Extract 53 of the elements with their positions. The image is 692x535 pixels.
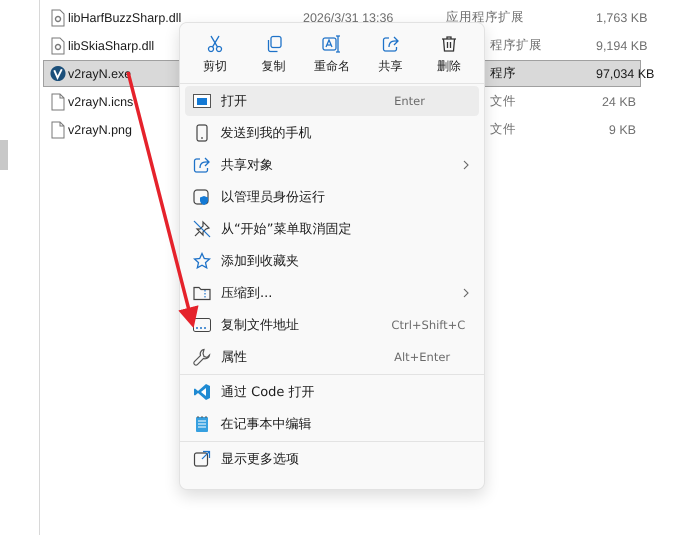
menu-item[interactable]: 显示更多选项 (185, 444, 479, 474)
toolbar-button[interactable]: 重命名 (303, 31, 361, 75)
shield-window-icon (193, 188, 211, 206)
toolbar-button[interactable]: 共享 (362, 31, 420, 75)
file-type: 程序扩展 (490, 38, 542, 52)
file-gear-icon (51, 8, 65, 26)
toolbar-button[interactable]: 删除 (420, 31, 478, 75)
file-gear-icon (51, 36, 65, 54)
trash-icon (440, 35, 458, 53)
wrench-icon (193, 348, 211, 366)
unpin-icon (193, 220, 211, 238)
menu-item[interactable]: 压缩到... (185, 278, 479, 308)
file-icon (51, 92, 65, 110)
code-editor-icon (193, 383, 211, 401)
menu-item[interactable]: 添加到收藏夹 (185, 246, 479, 276)
menu-item[interactable]: 属性 Alt+Enter (185, 342, 479, 372)
menu-item[interactable]: 共享对象 (185, 150, 479, 180)
file-size: 97,034 KB (596, 66, 654, 80)
scrollbar-thumb[interactable] (0, 140, 8, 170)
menu-item[interactable]: 发送到我的手机 (185, 118, 479, 148)
menu-item[interactable]: 从“开始”菜单取消固定 (185, 214, 479, 244)
menu-item[interactable]: 复制文件地址 Ctrl+Shift+C (185, 310, 479, 340)
file-icon (51, 120, 65, 138)
share-icon (193, 156, 211, 174)
app-icon (50, 65, 66, 82)
chevron-right-icon (463, 160, 470, 170)
file-size: 1,763 KB (596, 10, 648, 24)
file-type: 程序 (490, 66, 516, 80)
file-size: 24 KB (600, 94, 636, 108)
menu-item[interactable]: 以管理员身份运行 (185, 182, 479, 212)
file-type: 应用程序扩展 (446, 10, 524, 24)
path-icon (193, 318, 211, 332)
file-type: 文件 (490, 122, 516, 136)
scissors-icon (206, 35, 224, 53)
rename-icon (322, 35, 342, 53)
file-name[interactable]: libHarfBuzzSharp.dll (66, 10, 303, 24)
star-icon (193, 252, 211, 270)
notepad-icon (194, 415, 209, 433)
toolbar-button[interactable]: 复制 (244, 31, 302, 75)
share-icon (382, 35, 400, 53)
show-more-icon (193, 450, 211, 468)
window-icon (193, 94, 211, 108)
phone-icon (196, 124, 208, 142)
menu-item[interactable]: 在记事本中编辑 (185, 409, 479, 439)
file-type: 文件 (490, 94, 516, 108)
file-size: 9 KB (608, 122, 636, 136)
file-date: 2026/3/31 13:36 (303, 10, 394, 24)
chevron-right-icon (463, 288, 470, 298)
file-size: 9,194 KB (596, 38, 648, 52)
toolbar-button[interactable]: 剪切 (186, 31, 244, 75)
menu-item[interactable]: 通过 Code 打开 (185, 377, 479, 407)
zip-folder-icon (193, 285, 211, 301)
menu-item[interactable]: 打开 Enter (185, 86, 479, 116)
